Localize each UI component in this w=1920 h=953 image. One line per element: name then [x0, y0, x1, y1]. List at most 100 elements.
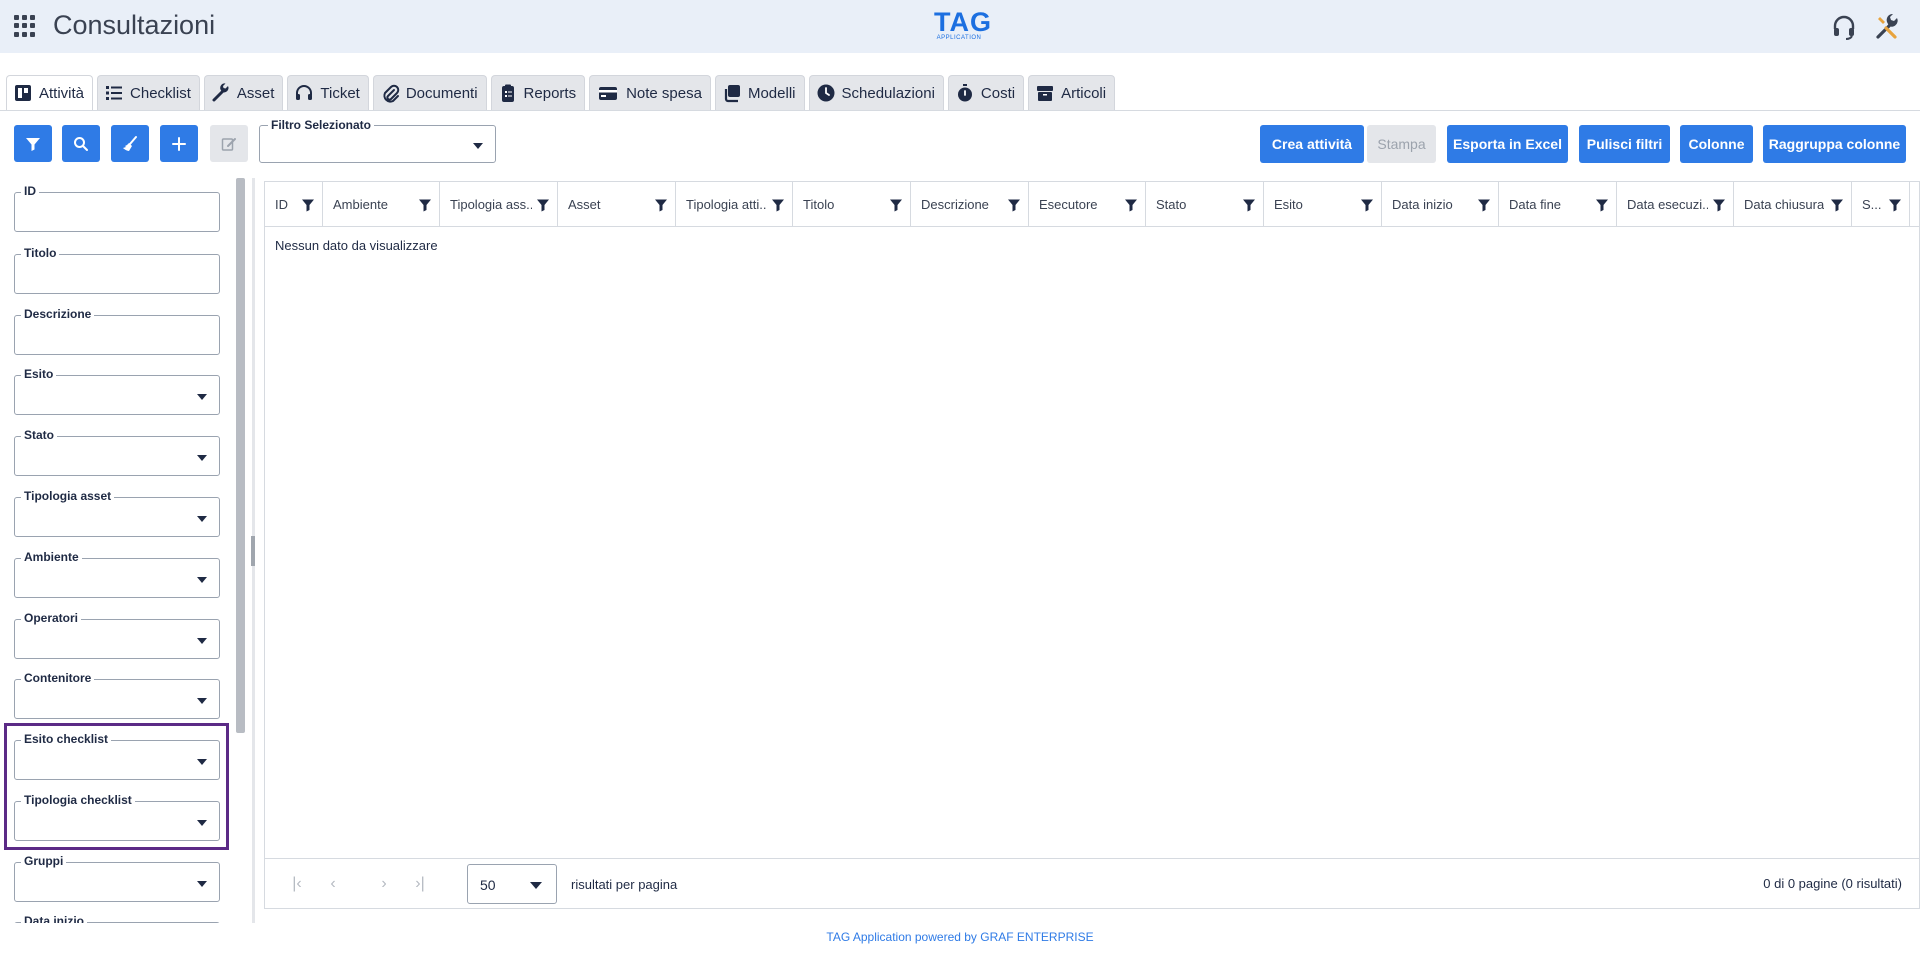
paperclip-icon — [383, 84, 400, 103]
plus-icon — [172, 136, 186, 151]
ambiente-filter-dropdown[interactable]: Ambiente — [14, 550, 220, 598]
tab-checklist[interactable]: Checklist — [97, 75, 200, 110]
column-header[interactable]: Titolo — [793, 182, 911, 227]
column-header[interactable]: Esito — [1264, 182, 1382, 227]
titolo-filter-input[interactable]: Titolo — [14, 246, 220, 294]
column-header[interactable]: Tipologia atti... — [676, 182, 793, 227]
selected-filter-dropdown[interactable]: Filtro Selezionato — [259, 118, 496, 163]
tab-label: Schedulazioni — [841, 84, 935, 102]
export-excel-button[interactable]: Esporta in Excel — [1447, 125, 1568, 163]
apps-grid-icon[interactable] — [14, 15, 36, 37]
columns-button[interactable]: Colonne — [1680, 125, 1753, 163]
column-header[interactable]: ID — [265, 182, 323, 227]
page-title: Consultazioni — [53, 10, 216, 40]
panel-splitter-handle[interactable] — [251, 536, 255, 566]
column-header[interactable]: Asset — [558, 182, 676, 227]
tab-reports[interactable]: Reports — [490, 75, 586, 110]
create-activity-button[interactable]: Crea attività — [1260, 125, 1364, 163]
tab-label: Articoli — [1061, 84, 1107, 102]
tab-attivita[interactable]: Attività — [6, 75, 94, 110]
tab-ticket[interactable]: Ticket — [287, 75, 369, 110]
column-header-label: Data inizio — [1392, 197, 1453, 212]
column-header[interactable]: Data fine — [1499, 182, 1617, 227]
column-header[interactable]: S... — [1852, 182, 1910, 227]
tab-label: Ticket — [320, 84, 360, 102]
contenitore-filter-dropdown[interactable]: Contenitore — [14, 671, 220, 719]
tab-documenti[interactable]: Documenti — [372, 75, 487, 110]
filter-panel-scrollbar[interactable] — [236, 178, 245, 733]
column-filter-icon[interactable] — [654, 198, 668, 212]
column-header[interactable]: Ambiente — [323, 182, 440, 227]
tab-modelli[interactable]: Modelli — [714, 75, 805, 110]
page-size-dropdown[interactable]: 50 — [467, 864, 557, 904]
tools-icon[interactable] — [1874, 13, 1902, 41]
column-header[interactable]: Stato — [1146, 182, 1264, 227]
tab-label: Documenti — [405, 84, 478, 102]
tab-schedulazioni[interactable]: Schedulazioni — [808, 75, 944, 110]
column-header-label: Esecutore — [1039, 197, 1098, 212]
id-filter-input[interactable]: ID — [14, 184, 220, 232]
column-header[interactable]: Tipologia ass... — [440, 182, 558, 227]
column-header[interactable]: Data esecuzi... — [1617, 182, 1734, 227]
tab-label: Asset — [236, 84, 275, 102]
column-filter-icon[interactable] — [536, 198, 550, 212]
next-page-button[interactable]: › — [376, 876, 392, 892]
add-button[interactable] — [160, 125, 198, 162]
headset-support-icon[interactable] — [1830, 13, 1858, 41]
data-inizio-filter-input[interactable]: Data inizio — [14, 914, 220, 923]
print-button[interactable]: Stampa — [1367, 125, 1436, 163]
column-filter-icon[interactable] — [418, 198, 432, 212]
search-button[interactable] — [62, 125, 100, 162]
edit-button[interactable] — [210, 125, 248, 162]
selected-filter-label: Filtro Selezionato — [268, 118, 375, 132]
descrizione-filter-input[interactable]: Descrizione — [14, 307, 220, 355]
esito-filter-dropdown[interactable]: Esito — [14, 367, 220, 415]
filter-icon — [26, 137, 40, 151]
column-header[interactable]: Esecutore — [1029, 182, 1146, 227]
first-page-button[interactable]: |‹ — [289, 876, 305, 892]
column-filter-icon[interactable] — [1360, 198, 1374, 212]
column-filter-icon[interactable] — [1888, 198, 1902, 212]
activities-grid: ID Ambiente Tipologia ass... Asset Tipologia… — [264, 181, 1920, 909]
tab-asset[interactable]: Asset — [203, 75, 284, 110]
column-filter-icon[interactable] — [1595, 198, 1609, 212]
last-page-button[interactable]: ›| — [412, 876, 428, 892]
column-filter-icon[interactable] — [1007, 198, 1021, 212]
column-filter-icon[interactable] — [1830, 198, 1844, 212]
column-filter-icon[interactable] — [1712, 198, 1726, 212]
prev-page-button[interactable]: ‹ — [325, 876, 341, 892]
footer-credit[interactable]: TAG Application powered by GRAF ENTERPRI… — [0, 930, 1920, 944]
group-columns-button[interactable]: Raggruppa colonne — [1763, 125, 1906, 163]
gruppi-filter-dropdown[interactable]: Gruppi — [14, 854, 220, 902]
column-header-label: Data chiusura — [1744, 197, 1825, 212]
column-header[interactable]: Data inizio — [1382, 182, 1499, 227]
copy-icon — [724, 85, 740, 103]
tab-label: Reports — [523, 84, 577, 102]
column-filter-icon[interactable] — [889, 198, 903, 212]
column-filter-icon[interactable] — [301, 198, 315, 212]
clear-filters-button[interactable]: Pulisci filtri — [1579, 125, 1670, 163]
column-filter-icon[interactable] — [1124, 198, 1138, 212]
column-filter-icon[interactable] — [771, 198, 785, 212]
tab-costi[interactable]: Costi — [947, 75, 1025, 110]
column-header-label: S... — [1862, 197, 1882, 212]
column-header[interactable]: Data chiusura — [1734, 182, 1852, 227]
toggle-filters-button[interactable] — [14, 125, 52, 162]
chevron-down-icon — [530, 882, 542, 889]
headset-icon — [296, 85, 313, 100]
column-header-label: Titolo — [803, 197, 835, 212]
column-header-label: ID — [275, 197, 288, 212]
titolo-filter-label: Titolo — [21, 246, 60, 260]
column-filter-icon[interactable] — [1477, 198, 1491, 212]
wrench-icon — [212, 83, 229, 102]
column-header-label: Asset — [568, 197, 601, 212]
tab-articoli[interactable]: Articoli — [1028, 75, 1116, 110]
stato-filter-dropdown[interactable]: Stato — [14, 428, 220, 476]
tipologia-asset-filter-dropdown[interactable]: Tipologia asset — [14, 489, 220, 537]
column-header[interactable]: Descrizione — [911, 182, 1029, 227]
column-filter-icon[interactable] — [1242, 198, 1256, 212]
logo-sub-text: APPLICATION — [936, 35, 982, 41]
operatori-filter-dropdown[interactable]: Operatori — [14, 611, 220, 659]
clear-button[interactable] — [111, 125, 149, 162]
tab-note-spesa[interactable]: Note spesa — [589, 75, 711, 110]
